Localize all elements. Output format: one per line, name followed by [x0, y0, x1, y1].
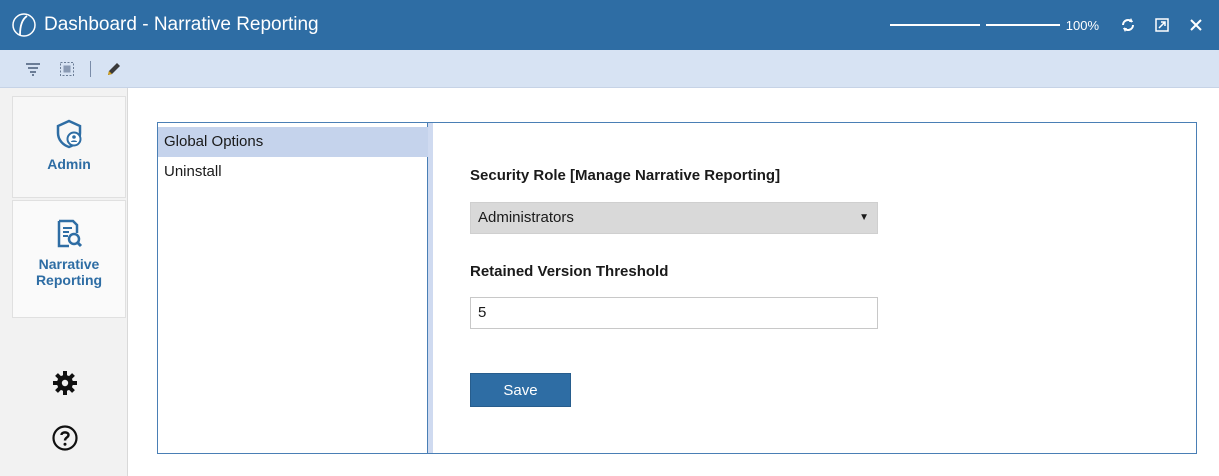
toolbar-separator: [90, 60, 91, 77]
toolbar: [0, 50, 1219, 88]
nav-item-admin[interactable]: Admin: [12, 96, 126, 198]
zoom-slider[interactable]: [889, 15, 1060, 35]
window-title: Dashboard - Narrative Reporting: [44, 14, 319, 35]
close-icon[interactable]: [1185, 14, 1207, 36]
filter-icon[interactable]: [22, 58, 44, 80]
zoom-level-label: 100%: [1065, 17, 1099, 33]
pencil-icon[interactable]: [103, 58, 125, 80]
report-search-icon: [55, 219, 83, 252]
nav-item-label: Admin: [47, 156, 91, 172]
list-item-uninstall[interactable]: Uninstall: [158, 157, 427, 187]
admin-shield-icon: [55, 119, 83, 152]
options-panel: Global Options Uninstall Security Role […: [157, 122, 1197, 454]
security-role-select[interactable]: Administrators ▼: [470, 202, 878, 234]
threshold-input[interactable]: 5: [470, 297, 878, 329]
popout-icon[interactable]: [1151, 14, 1173, 36]
list-item-global-options[interactable]: Global Options: [158, 127, 428, 157]
save-button[interactable]: Save: [470, 373, 571, 407]
title-bar: Dashboard - Narrative Reporting 100%: [0, 0, 1219, 50]
refresh-icon[interactable]: [1117, 14, 1139, 36]
options-list: Global Options Uninstall: [158, 123, 428, 453]
nav-item-narrative-reporting[interactable]: Narrative Reporting: [12, 200, 126, 318]
splitter[interactable]: [428, 123, 433, 453]
app-logo-icon: [10, 11, 38, 39]
security-role-value: Administrators: [478, 209, 574, 226]
nav-item-label: Narrative Reporting: [35, 256, 103, 288]
threshold-label: Retained Version Threshold: [470, 263, 669, 280]
chevron-down-icon: ▼: [859, 212, 869, 223]
left-nav: Admin Narrative Reporting: [0, 88, 128, 476]
gear-icon[interactable]: [52, 370, 78, 396]
select-frame-icon[interactable]: [56, 58, 78, 80]
security-role-label: Security Role [Manage Narrative Reportin…: [470, 167, 781, 184]
help-icon[interactable]: [51, 424, 79, 452]
